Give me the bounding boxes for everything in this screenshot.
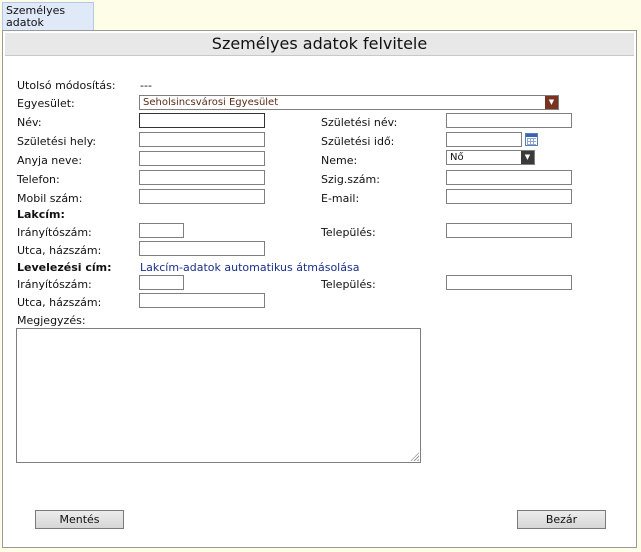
- last-modified-value: ---: [140, 79, 152, 92]
- address-city-input[interactable]: [446, 223, 572, 238]
- notes-textarea[interactable]: [16, 328, 421, 463]
- address-street-input[interactable]: [139, 241, 265, 256]
- chevron-down-icon[interactable]: ▼: [545, 96, 558, 109]
- email-input[interactable]: [446, 189, 572, 204]
- mailing-street-input[interactable]: [139, 293, 265, 308]
- notes-label: Megjegyzés:: [17, 314, 86, 327]
- mother-name-input[interactable]: [139, 151, 265, 166]
- address-street-label: Utca, házszám:: [17, 244, 102, 257]
- id-number-label: Szig.szám:: [321, 173, 380, 186]
- copy-address-link[interactable]: Lakcím-adatok automatikus átmásolása: [140, 261, 359, 274]
- tab-personal-data[interactable]: Személyes adatok: [2, 2, 94, 30]
- address-zip-label: Irányítószám:: [17, 226, 92, 239]
- form-panel: Személyes adatok felvitele Utolsó módosí…: [2, 30, 637, 548]
- page-title: Személyes adatok felvitele: [5, 33, 634, 56]
- address-zip-input[interactable]: [139, 223, 184, 238]
- birth-date-label: Születési idő:: [321, 135, 395, 148]
- gender-selected-value: Nő: [450, 152, 464, 163]
- birth-name-label: Születési név:: [321, 116, 398, 129]
- last-modified-label: Utolsó módosítás:: [17, 79, 116, 92]
- mailing-heading: Levelezési cím:: [17, 261, 112, 274]
- address-heading: Lakcím:: [17, 208, 65, 221]
- resize-grip-icon[interactable]: [409, 451, 419, 461]
- chevron-down-icon[interactable]: ▼: [521, 151, 534, 164]
- birth-place-label: Születési hely:: [17, 135, 97, 148]
- id-number-input[interactable]: [446, 170, 572, 185]
- close-button[interactable]: Bezár: [517, 510, 606, 529]
- phone-input[interactable]: [139, 170, 265, 185]
- mailing-city-input[interactable]: [446, 275, 572, 290]
- mobile-input[interactable]: [139, 189, 265, 204]
- association-selected-value: Seholsincsvárosi Egyesület: [143, 97, 279, 108]
- address-city-label: Település:: [321, 226, 376, 239]
- mailing-street-label: Utca, házszám:: [17, 296, 102, 309]
- name-label: Név:: [17, 116, 42, 129]
- email-label: E-mail:: [321, 192, 360, 205]
- birth-date-input[interactable]: [446, 132, 522, 147]
- mailing-zip-input[interactable]: [139, 275, 184, 290]
- phone-label: Telefon:: [17, 173, 60, 186]
- association-label: Egyesület:: [17, 97, 75, 110]
- calendar-icon[interactable]: [525, 133, 538, 146]
- mobile-label: Mobil szám:: [17, 192, 83, 205]
- gender-select[interactable]: Nő ▼: [446, 150, 535, 165]
- mailing-city-label: Település:: [321, 278, 376, 291]
- birth-name-input[interactable]: [446, 113, 572, 128]
- birth-place-input[interactable]: [139, 132, 265, 147]
- mailing-zip-label: Irányítószám:: [17, 278, 92, 291]
- association-select[interactable]: Seholsincsvárosi Egyesület ▼: [139, 95, 559, 110]
- save-button[interactable]: Mentés: [35, 510, 124, 529]
- tab-label-line2: adatok: [6, 16, 44, 29]
- name-input[interactable]: [139, 113, 265, 128]
- mother-name-label: Anyja neve:: [17, 154, 83, 167]
- gender-label: Neme:: [321, 154, 358, 167]
